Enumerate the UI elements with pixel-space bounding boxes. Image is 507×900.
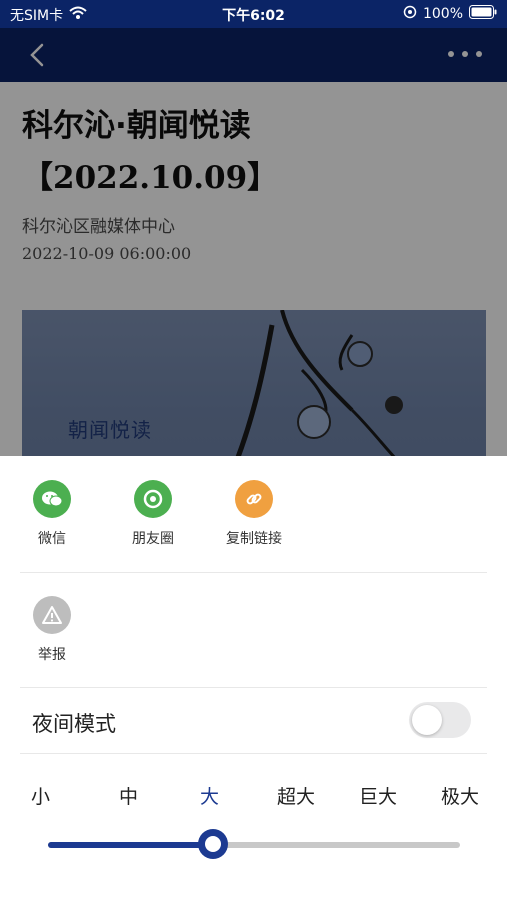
toggle-knob xyxy=(412,705,442,735)
report-label: 举报 xyxy=(38,647,66,663)
slider-thumb[interactable] xyxy=(197,829,228,859)
share-label: 复制链接 xyxy=(226,531,282,547)
slider-fill xyxy=(48,842,213,848)
divider xyxy=(20,753,487,754)
carrier-text: 无SIM卡 xyxy=(10,8,64,24)
share-targets: 微信 朋友圈 复制链接 xyxy=(0,480,507,580)
battery-icon xyxy=(469,5,497,23)
font-size-options: 小 中 大 超大 巨大 极大 xyxy=(0,782,507,822)
night-mode-toggle[interactable] xyxy=(409,702,471,738)
font-size-max[interactable]: 极大 xyxy=(441,782,479,809)
wechat-icon xyxy=(33,480,71,518)
share-label: 朋友圈 xyxy=(132,531,174,547)
share-wechat[interactable]: 微信 xyxy=(12,480,92,548)
rotation-lock-icon xyxy=(403,5,417,23)
share-moments[interactable]: 朋友圈 xyxy=(113,480,193,548)
divider xyxy=(20,572,487,573)
font-size-xlarge[interactable]: 超大 xyxy=(277,782,315,809)
moments-icon xyxy=(134,480,172,518)
font-size-large[interactable]: 大 xyxy=(200,782,219,809)
font-size-small[interactable]: 小 xyxy=(31,782,50,809)
status-bar: 无SIM卡 下午6:02 100% xyxy=(0,0,507,28)
report-button[interactable]: 举报 xyxy=(12,596,92,664)
battery-percent: 100% xyxy=(422,6,463,22)
share-sheet: 微信 朋友圈 复制链接 举报 夜间模式 小 中 大 超大 巨大 极大 xyxy=(0,456,507,900)
font-size-medium[interactable]: 中 xyxy=(119,782,138,809)
font-size-huge[interactable]: 巨大 xyxy=(359,782,397,809)
wifi-icon xyxy=(69,6,87,24)
link-icon xyxy=(235,480,273,518)
warning-icon xyxy=(33,596,71,634)
clock: 下午6:02 xyxy=(222,8,285,24)
night-mode-label: 夜间模式 xyxy=(32,712,116,736)
night-mode-row: 夜间模式 xyxy=(0,688,507,752)
share-label: 微信 xyxy=(38,531,66,547)
share-copy-link[interactable]: 复制链接 xyxy=(214,480,294,548)
font-size-slider[interactable] xyxy=(48,829,460,859)
